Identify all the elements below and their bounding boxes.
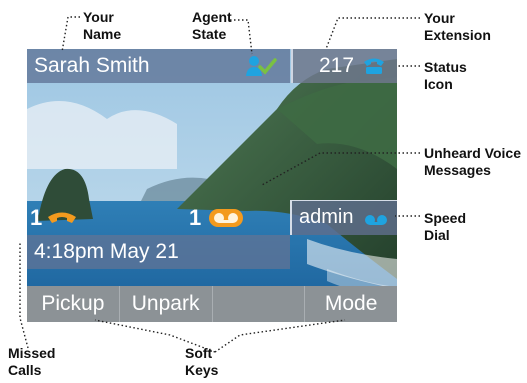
phone-display: Sarah Smith 217 1 1 admin 4:18pm May 21 … <box>27 49 397 322</box>
user-name: Sarah Smith <box>34 54 150 77</box>
extension-bar: 217 <box>291 49 397 83</box>
callout-unheard-voice-messages: Unheard Voice Messages <box>424 145 521 178</box>
datetime: 4:18pm May 21 <box>34 240 179 263</box>
callout-missed-calls: Missed Calls <box>8 345 56 378</box>
voicemail-icon[interactable] <box>208 207 244 234</box>
agent-available-icon[interactable] <box>245 55 277 82</box>
speed-dial-admin[interactable]: admin <box>290 200 397 235</box>
speed-dial-label: admin <box>299 206 354 228</box>
ocean-cliffs-wallpaper <box>27 49 397 322</box>
callout-your-name: Your Name <box>83 9 122 42</box>
callout-agent-state: Agent State <box>192 9 232 42</box>
callout-soft-keys: Soft Keys <box>185 345 219 378</box>
callout-your-extension: Your Extension <box>424 10 491 43</box>
softkey-bar: Pickup Unpark Mode <box>27 286 397 322</box>
voice-messages-count[interactable]: 1 <box>189 205 201 231</box>
user-name-bar: Sarah Smith <box>27 49 290 83</box>
datetime-bar: 4:18pm May 21 <box>27 235 290 269</box>
missed-calls-count[interactable]: 1 <box>30 205 42 231</box>
voicemail-speed-dial-icon <box>364 213 388 231</box>
softkey-pickup[interactable]: Pickup <box>27 286 120 322</box>
softkey-blank[interactable] <box>213 286 306 322</box>
softkey-mode[interactable]: Mode <box>305 286 397 322</box>
extension-number: 217 <box>319 54 355 77</box>
missed-call-handset-icon[interactable] <box>47 211 77 232</box>
softkey-unpark[interactable]: Unpark <box>120 286 213 322</box>
callout-status-icon: Status Icon <box>424 59 467 92</box>
callout-speed-dial: Speed Dial <box>424 210 467 243</box>
phone-handset-icon <box>363 57 385 80</box>
